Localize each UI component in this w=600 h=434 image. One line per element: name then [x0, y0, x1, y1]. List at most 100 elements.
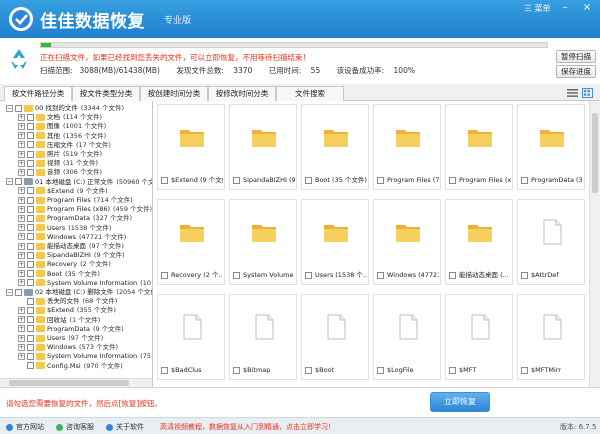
- tree-item[interactable]: + ProgramData (327 个文件): [18, 214, 132, 223]
- grid-item-checkbox[interactable]: [377, 366, 384, 374]
- pause-scan-button[interactable]: 暂停扫描: [556, 50, 596, 63]
- grid-item-checkbox[interactable]: [521, 366, 528, 374]
- tree-item[interactable]: + $Extend (9 个文件): [18, 187, 108, 196]
- tree-item[interactable]: − 01 本地磁盘 (C:) 正常文件 (50960 个文: [6, 178, 152, 187]
- tree-expander-icon[interactable]: +: [18, 270, 25, 278]
- tab-4[interactable]: 文件搜索: [276, 86, 344, 101]
- tree-item[interactable]: + Boot (35 个文件): [18, 270, 100, 279]
- tree-checkbox[interactable]: [27, 334, 34, 342]
- grid-item[interactable]: $LogFile: [373, 294, 441, 380]
- tree-item[interactable]: + $Extend (355 个文件): [18, 306, 116, 315]
- list-view-icon[interactable]: [567, 88, 578, 98]
- tree-checkbox[interactable]: [27, 132, 34, 140]
- tree-checkbox[interactable]: [27, 297, 34, 305]
- tree-item[interactable]: + SipandaBIZHI (9 个文件): [18, 251, 125, 260]
- tree-checkbox[interactable]: [27, 205, 34, 213]
- grid-item-checkbox[interactable]: [377, 271, 384, 279]
- tree-horizontal-scrollbar[interactable]: [0, 378, 152, 387]
- grid-item[interactable]: $MFTMirr: [517, 294, 585, 380]
- tree-item[interactable]: + 音频 (306 个文件): [18, 168, 102, 177]
- tree-expander-icon[interactable]: +: [18, 159, 25, 167]
- tree-expander-icon[interactable]: −: [6, 178, 13, 186]
- tree-checkbox[interactable]: [27, 362, 34, 370]
- tree-checkbox[interactable]: [27, 214, 34, 222]
- tree-checkbox[interactable]: [27, 251, 34, 259]
- grid-view-icon[interactable]: [582, 88, 593, 98]
- tree-item[interactable]: + ProgramData (9 个文件): [18, 325, 124, 334]
- tree-item[interactable]: + 视频 (31 个文件): [18, 159, 98, 168]
- tree-checkbox[interactable]: [27, 122, 34, 130]
- grid-item[interactable]: ProgramData (32...: [517, 104, 585, 190]
- grid-item[interactable]: $BadClus: [157, 294, 225, 380]
- tree-expander-icon[interactable]: +: [18, 343, 25, 351]
- grid-item-checkbox[interactable]: [233, 271, 240, 279]
- close-icon[interactable]: ×: [580, 2, 594, 14]
- tree-item[interactable]: + Program Files (714 个文件): [18, 196, 133, 205]
- minimize-icon[interactable]: –: [558, 2, 572, 14]
- tree-checkbox[interactable]: [27, 316, 34, 324]
- official-site-link[interactable]: 官方网站: [6, 422, 44, 432]
- tree-item[interactable]: + Windows (47721 个文件): [18, 233, 126, 242]
- tree-expander-icon[interactable]: −: [6, 104, 13, 112]
- grid-item-checkbox[interactable]: [449, 366, 456, 374]
- tree-checkbox[interactable]: [27, 141, 34, 149]
- tree-item[interactable]: Config.Msi (970 个文件): [18, 362, 123, 371]
- grid-item[interactable]: Recovery (2 个...: [157, 199, 225, 285]
- recover-button[interactable]: 立即恢复: [430, 392, 490, 412]
- tab-0[interactable]: 按文件路径分类: [4, 86, 72, 102]
- grid-item[interactable]: Program Files (x8...: [445, 104, 513, 190]
- tree-expander-icon[interactable]: +: [18, 242, 25, 250]
- grid-item-checkbox[interactable]: [377, 176, 384, 184]
- tree-expander-icon[interactable]: +: [18, 233, 25, 241]
- tree-checkbox[interactable]: [27, 233, 34, 241]
- about-link[interactable]: 关于软件: [106, 422, 144, 432]
- tree-expander-icon[interactable]: +: [18, 279, 25, 287]
- tree-checkbox[interactable]: [15, 178, 22, 186]
- tree-item[interactable]: + 文档 (114 个文件): [18, 113, 102, 122]
- tree-expander-icon[interactable]: +: [18, 132, 25, 140]
- tree-item[interactable]: + 压缩文件 (17 个文件): [18, 141, 111, 150]
- tree-item[interactable]: + System Volume Information(75 个: [18, 352, 152, 361]
- tree-checkbox[interactable]: [27, 187, 34, 195]
- tree-expander-icon[interactable]: +: [18, 352, 25, 360]
- menu-button[interactable]: 三 菜单: [524, 3, 551, 14]
- tree-checkbox[interactable]: [27, 325, 34, 333]
- tree-checkbox[interactable]: [27, 168, 34, 176]
- tree-checkbox[interactable]: [27, 242, 34, 250]
- grid-item[interactable]: $Bitmap: [229, 294, 297, 380]
- tree-item[interactable]: − 02 本地磁盘 (C:) 删除文件 (2054 个文件: [6, 288, 152, 297]
- tree-expander-icon[interactable]: +: [18, 306, 25, 314]
- tree-checkbox[interactable]: [27, 260, 34, 268]
- tree-expander-icon[interactable]: −: [6, 288, 13, 296]
- tree-checkbox[interactable]: [27, 196, 34, 204]
- tree-expander-icon[interactable]: +: [18, 150, 25, 158]
- tree-checkbox[interactable]: [27, 159, 34, 167]
- tree-expander-icon[interactable]: +: [18, 141, 25, 149]
- grid-item[interactable]: Boot (35 个文件): [301, 104, 369, 190]
- tree-checkbox[interactable]: [27, 270, 34, 278]
- tree-expander-icon[interactable]: +: [18, 334, 25, 342]
- tree-item[interactable]: − 00 找到的文件 (3344 个文件): [6, 104, 124, 113]
- tree-item[interactable]: + 回收站 (1 个文件): [18, 316, 100, 325]
- grid-item[interactable]: Program Files (71...: [373, 104, 441, 190]
- tree-expander-icon[interactable]: +: [18, 260, 25, 268]
- grid-item-checkbox[interactable]: [161, 366, 168, 374]
- tree-item[interactable]: + System Volume Information(10 个: [18, 279, 152, 288]
- tree-expander-icon[interactable]: +: [18, 251, 25, 259]
- grid-scroll-thumb[interactable]: [592, 113, 598, 193]
- tab-3[interactable]: 按修改时间分类: [208, 86, 276, 101]
- grid-vertical-scrollbar[interactable]: [589, 101, 600, 387]
- tree-checkbox[interactable]: [27, 279, 34, 287]
- grid-item-checkbox[interactable]: [233, 176, 240, 184]
- tree-item[interactable]: + 其他 (1356 个文件): [18, 132, 106, 141]
- tree-checkbox[interactable]: [27, 352, 34, 360]
- tree-item[interactable]: + Program Files (x86) (459 个文件): [18, 205, 152, 214]
- tree-expander-icon[interactable]: +: [18, 224, 25, 232]
- tree-expander-icon[interactable]: +: [18, 187, 25, 195]
- grid-item[interactable]: Users (1538 个...: [301, 199, 369, 285]
- tree-item[interactable]: + Windows (573 个文件): [18, 343, 118, 352]
- grid-item-checkbox[interactable]: [161, 271, 168, 279]
- tree-item[interactable]: + Users (1538 个文件): [18, 224, 111, 233]
- tree-expander-icon[interactable]: +: [18, 316, 25, 324]
- tree-checkbox[interactable]: [15, 104, 22, 112]
